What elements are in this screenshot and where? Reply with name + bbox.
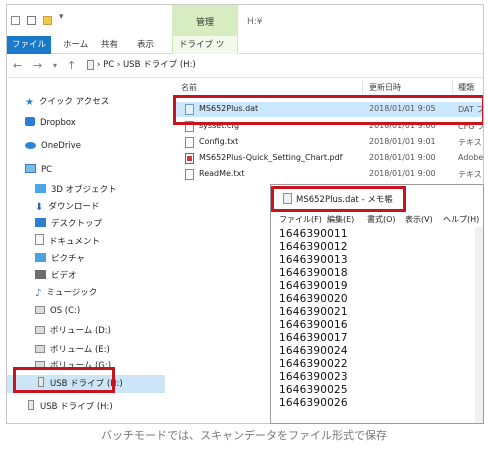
tab-home[interactable]: ホーム [57,36,94,54]
nav-item-dropbox[interactable]: Dropbox [25,115,76,132]
tab-drive-tools[interactable]: ドライブ ツール [172,36,238,68]
video-icon [35,270,46,279]
pc-icon [25,164,36,173]
nav-item-quick-access[interactable]: ★ クイック アクセス [25,94,109,111]
nav-item-3d-objects[interactable]: 3D オブジェクト [35,182,117,199]
text-line: 1646390026 [279,397,348,409]
file-row[interactable]: Config.txt 2018/01/01 9:01 テキスト [175,135,483,150]
usb-drive-icon [28,400,34,410]
star-icon: ★ [25,97,34,108]
file-name: Config.txt [199,137,239,146]
text-file-icon [185,169,194,180]
ribbon-tabs: ファイル ホーム 共有 表示 ドライブ ツール [7,36,483,68]
nav-item-volume-d[interactable]: ボリューム (D:) [35,323,111,340]
nav-item-volume-e[interactable]: ボリューム (E:) [35,342,110,359]
nav-item-usb-drive-h-root[interactable]: USB ドライブ (H:) [25,399,113,416]
text-line: 1646390019 [279,280,348,292]
text-line: 1646390020 [279,293,348,305]
recent-dropdown-icon[interactable]: ▾ [53,61,57,70]
file-name: ReadMe.txt [199,169,245,178]
new-folder-icon[interactable] [43,16,52,25]
notepad-text-area[interactable]: 1646390011 1646390012 1646390013 1646390… [279,228,479,410]
folder-icon [35,184,46,193]
nav-item-documents[interactable]: ドキュメント [35,234,100,251]
highlight-box-notepad-title [271,186,406,212]
text-line: 1646390013 [279,254,348,266]
text-line: 1646390017 [279,332,348,344]
tab-view[interactable]: 表示 [131,36,160,54]
dropbox-icon [25,117,35,126]
nav-item-pictures[interactable]: ピクチャ [35,251,85,268]
column-header-name[interactable]: 名前 [181,82,197,93]
context-tab-manage: 管理 [172,5,238,36]
text-line: 1646390023 [279,371,348,383]
menu-format[interactable]: 書式(O) [367,214,396,225]
onedrive-icon [25,142,36,149]
drive-icon [35,345,45,353]
file-name: MS652Plus-Quick_Setting_Chart.pdf [199,153,343,162]
notepad-window: MS652Plus.dat - メモ帳 ファイル(F) 編集(E) 書式(O) … [270,184,484,424]
caption: バッチモードでは、スキャンデータをファイル形式で保存 [101,429,387,442]
nav-item-videos[interactable]: ビデオ [35,268,77,285]
file-date: 2018/01/01 9:01 [369,137,436,146]
usb-drive-icon [87,60,94,70]
music-icon: ♪ [35,288,42,299]
file-type: テキスト [458,170,483,179]
text-line: 1646390018 [279,267,348,279]
file-date: 2018/01/01 9:00 [369,169,436,178]
text-line: 1646390021 [279,306,348,318]
forward-arrow-icon[interactable]: → [33,59,42,72]
file-date: 2018/01/01 9:00 [369,153,436,162]
text-line: 1646390022 [279,358,348,370]
menu-edit[interactable]: 編集(E) [327,214,354,225]
text-file-icon [185,137,194,148]
title-bar: ▾ 管理 H:¥ [7,5,483,36]
pdf-file-icon [185,153,194,164]
menu-help[interactable]: ヘルプ(H) [443,214,479,225]
menu-view[interactable]: 表示(V) [405,214,433,225]
nav-item-pc[interactable]: PC [25,162,52,179]
back-arrow-icon[interactable]: ← [13,59,22,72]
highlight-box-dat-file [173,95,483,125]
nav-item-desktop[interactable]: デスクトップ [35,216,102,233]
address-bar: ← → ▾ ↑ › PC › USB ドライブ (H:) [7,54,483,78]
picture-icon [35,253,46,262]
tab-share[interactable]: 共有 [95,36,124,54]
file-row[interactable]: ReadMe.txt 2018/01/01 9:00 テキスト [175,167,483,182]
up-arrow-icon[interactable]: ↑ [67,59,76,72]
file-type: テキスト [458,138,483,147]
context-tab-label: 管理 [195,18,214,28]
column-header-type[interactable]: 種類 [458,82,474,93]
text-line: 1646390011 [279,228,348,240]
quick-access-dropdown-icon[interactable]: ▾ [59,12,64,22]
nav-item-downloads[interactable]: ⬇ ダウンロード [35,199,99,216]
text-line: 1646390024 [279,345,348,357]
notepad-menu-bar: ファイル(F) 編集(E) 書式(O) 表示(V) ヘルプ(H) [271,212,483,227]
column-header-date[interactable]: 更新日時 [369,82,401,93]
tab-file[interactable]: ファイル [7,36,51,54]
menu-file[interactable]: ファイル(F) [279,214,322,225]
download-icon: ⬇ [35,202,44,213]
drive-icon [35,306,45,314]
nav-item-onedrive[interactable]: OneDrive [25,138,81,155]
window-title: H:¥ [247,17,263,27]
document-icon [35,234,44,245]
column-separator[interactable] [452,80,453,94]
file-type: Adobe... [458,153,484,162]
text-line: 1646390012 [279,241,348,253]
nav-item-music[interactable]: ♪ ミュージック [35,285,97,302]
properties-icon[interactable] [27,16,36,25]
highlight-box-usb-drive [13,367,115,393]
nav-item-os-c[interactable]: OS (C:) [35,303,80,320]
drive-icon [35,326,45,334]
file-row[interactable]: MS652Plus-Quick_Setting_Chart.pdf 2018/0… [175,151,484,166]
text-line: 1646390025 [279,384,348,396]
address-path[interactable]: › PC › USB ドライブ (H:) [97,58,196,70]
column-separator[interactable] [362,80,363,94]
desktop-icon [35,218,46,227]
notepad-scrollbar[interactable] [475,227,483,423]
text-line: 1646390016 [279,319,348,331]
app-icon [11,16,20,25]
